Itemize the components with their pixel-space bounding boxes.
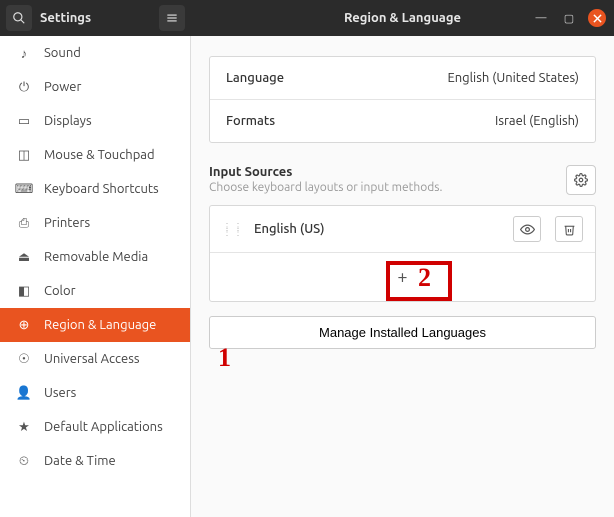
sidebar-item-keyboard-shortcuts[interactable]: ⌨ Keyboard Shortcuts [0,172,190,206]
sidebar-item-universal-access[interactable]: ☉ Universal Access [0,342,190,376]
region-language-icon: ⊕ [16,318,32,333]
keyboard-shortcuts-icon: ⌨ [16,182,32,197]
input-source-row[interactable]: ⋮⋮⋮⋮ English (US) [210,206,595,253]
universal-access-icon: ☉ [16,352,32,367]
trash-icon [563,223,576,236]
language-formats-block: Language English (United States) Formats… [209,56,596,143]
sidebar-item-label: Default Applications [44,420,163,434]
sidebar-item-label: Keyboard Shortcuts [44,182,159,196]
sidebar-item-printers[interactable]: ⎙ Printers [0,206,190,240]
remove-source-button[interactable] [555,216,583,242]
displays-icon: ▭ [16,114,32,129]
language-label: Language [226,71,284,85]
plus-icon: + [397,267,407,287]
sound-icon: ♪ [16,46,32,61]
language-value: English (United States) [447,71,579,85]
preview-layout-button[interactable] [513,216,541,242]
sidebar-item-label: Color [44,284,76,298]
add-input-source-button[interactable]: + [210,253,595,301]
sidebar-item-mouse-touchpad[interactable]: ◫ Mouse & Touchpad [0,138,190,172]
printers-icon: ⎙ [16,216,32,231]
eye-icon [520,222,535,237]
sidebar-item-label: Sound [44,46,81,60]
minimize-button[interactable]: — [532,9,550,27]
sidebar-item-power[interactable]: ⏻ Power [0,70,190,104]
maximize-button[interactable]: ▢ [560,9,578,27]
content-pane: Language English (United States) Formats… [191,36,614,517]
hamburger-menu-button[interactable] [159,5,185,31]
titlebar-right: Region & Language — ▢ [191,0,614,36]
manage-languages-button[interactable]: Manage Installed Languages [209,316,596,349]
sidebar-item-sound[interactable]: ♪ Sound [0,36,190,70]
page-title: Region & Language [344,11,461,25]
input-sources-header: Input Sources Choose keyboard layouts or… [209,165,596,195]
color-icon: ◧ [16,284,32,299]
drag-handle-icon[interactable]: ⋮⋮⋮⋮ [222,224,244,234]
search-button[interactable] [6,5,32,31]
close-button[interactable] [588,9,606,27]
mouse-touchpad-icon: ◫ [16,148,32,163]
formats-label: Formats [226,114,275,128]
sidebar-item-color[interactable]: ◧ Color [0,274,190,308]
sidebar-item-label: Universal Access [44,352,139,366]
power-icon: ⏻ [16,80,32,95]
formats-row[interactable]: Formats Israel (English) [210,99,595,142]
window-controls: — ▢ [532,9,606,27]
sidebar-item-label: Printers [44,216,90,230]
removable-media-icon: ⏏ [16,250,32,265]
sidebar-item-label: Users [44,386,76,400]
sidebar-item-region-language[interactable]: ⊕ Region & Language [0,308,190,342]
formats-value: Israel (English) [495,114,579,128]
input-sources-options-button[interactable] [566,165,596,195]
default-applications-icon: ★ [16,420,32,435]
settings-title: Settings [40,11,91,25]
input-sources-description: Choose keyboard layouts or input methods… [209,181,442,194]
sidebar-item-removable-media[interactable]: ⏏ Removable Media [0,240,190,274]
sidebar-item-default-applications[interactable]: ★ Default Applications [0,410,190,444]
sidebar-item-displays[interactable]: ▭ Displays [0,104,190,138]
sidebar-item-label: Power [44,80,81,94]
titlebar: Settings Region & Language — ▢ [0,0,614,36]
sidebar-item-label: Date & Time [44,454,116,468]
sidebar-item-label: Region & Language [44,318,156,332]
language-row[interactable]: Language English (United States) [210,57,595,99]
gear-icon [574,173,588,187]
date-time-icon: ⏲ [16,454,32,469]
input-source-name: English (US) [254,222,499,236]
input-sources-list: ⋮⋮⋮⋮ English (US) + [209,205,596,302]
users-icon: 👤 [16,386,32,401]
titlebar-left: Settings [0,0,191,36]
sidebar-item-label: Removable Media [44,250,148,264]
sidebar-item-date-time[interactable]: ⏲ Date & Time [0,444,190,478]
sidebar-item-label: Mouse & Touchpad [44,148,155,162]
input-sources-title: Input Sources [209,165,442,179]
sidebar-item-label: Displays [44,114,92,128]
sidebar: ♪ Sound ⏻ Power ▭ Displays ◫ Mouse & Touchpad ⌨ K… [0,36,191,517]
sidebar-item-users[interactable]: 👤 Users [0,376,190,410]
